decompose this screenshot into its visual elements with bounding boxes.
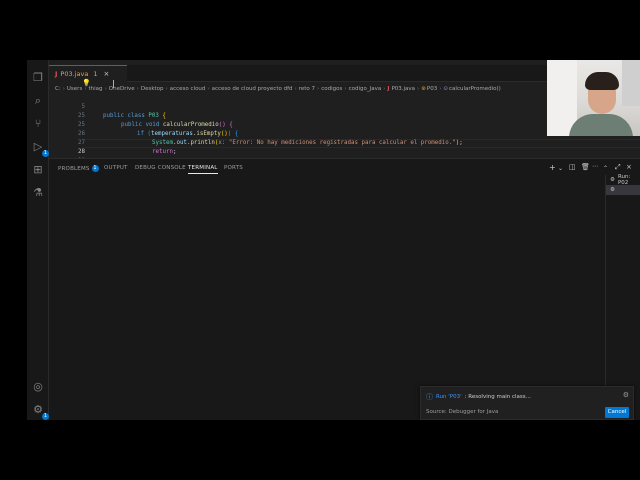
- progress-notification: ⓘ Run 'P03' : Resolving main class... ⚙ …: [420, 386, 634, 420]
- run-debug-icon[interactable]: ▷ 1: [31, 140, 49, 157]
- run-link[interactable]: Run 'P03': [436, 394, 462, 400]
- manage-icon[interactable]: ⚙ 1: [31, 403, 49, 420]
- tab-problem-count: 1: [93, 70, 98, 78]
- webcam-overlay: [547, 60, 640, 136]
- gear-icon[interactable]: ⚙: [623, 391, 629, 399]
- breadcrumb-item[interactable]: acceso cloud: [170, 86, 206, 92]
- tab-problems[interactable]: PROBLEMS 1: [58, 165, 99, 172]
- gear-icon: ⚙: [610, 177, 615, 183]
- breadcrumb-item[interactable]: Users: [67, 86, 82, 92]
- account-icon[interactable]: ◎: [31, 380, 45, 394]
- bottom-panel: PROBLEMS 1 OUTPUT DEBUG CONSOLE TERMINAL …: [49, 158, 640, 420]
- maximize-icon[interactable]: ⤢: [615, 163, 621, 172]
- run-badge: 1: [42, 150, 49, 157]
- tab-filename: P03.java: [60, 70, 89, 78]
- code-line: 28: [49, 139, 640, 155]
- breadcrumb-item[interactable]: P03.java: [391, 86, 415, 92]
- notification-source: Source: Debugger for Java: [426, 409, 499, 415]
- chevron-up-icon[interactable]: ⌃: [603, 165, 608, 172]
- breadcrumb-item[interactable]: C:: [55, 86, 61, 92]
- manage-badge: 1: [42, 413, 49, 420]
- java-file-icon: J: [55, 70, 58, 78]
- class-icon: ⊛: [421, 85, 426, 92]
- close-icon[interactable]: ×: [103, 70, 109, 78]
- more-actions-icon[interactable]: ⋯: [592, 163, 598, 170]
- lightbulb-icon[interactable]: 💡: [82, 79, 91, 87]
- breadcrumb-item[interactable]: codigos: [321, 86, 342, 92]
- gear-icon: ⚙: [610, 187, 615, 193]
- files-icon[interactable]: ❐: [31, 71, 45, 85]
- code-line: 29: [49, 148, 640, 164]
- new-terminal-icon[interactable]: +: [549, 163, 556, 172]
- java-file-icon: J: [387, 85, 390, 92]
- desktop-screen: ❐ ⌕ ⑂ ▷ 1 ⊞ ⚗ ◎ ⚙ 1 J P03.java 1 × C: › Use…: [0, 0, 640, 480]
- breadcrumb-item[interactable]: acceso de cloud proyecto dfd: [212, 86, 293, 92]
- method-icon: ⊙: [443, 85, 449, 92]
- terminal-item-run-p02[interactable]: ⚙ Run: P02: [606, 174, 640, 186]
- notification-message: ⓘ Run 'P03' : Resolving main class...: [426, 392, 531, 402]
- split-terminal-icon[interactable]: ◫: [569, 163, 576, 171]
- extensions-icon[interactable]: ⊞: [31, 163, 45, 177]
- source-control-icon[interactable]: ⑂: [31, 117, 45, 131]
- cancel-button[interactable]: Cancel: [605, 407, 629, 418]
- close-panel-icon[interactable]: ×: [626, 163, 632, 171]
- breadcrumb-item[interactable]: calcularPromedio(): [449, 86, 501, 92]
- problems-badge: 1: [91, 165, 99, 172]
- tab-label: PROBLEMS: [58, 166, 90, 172]
- breadcrumb-item[interactable]: codigo_Java: [349, 86, 382, 92]
- chevron-down-icon[interactable]: ⌄: [558, 165, 563, 172]
- tab-debug-console[interactable]: DEBUG CONSOLE: [135, 165, 186, 171]
- breadcrumb-item[interactable]: Desktop: [141, 86, 164, 92]
- terminal-label: Run: P02: [617, 174, 631, 186]
- testing-icon[interactable]: ⚗: [31, 186, 45, 200]
- breadcrumb-item[interactable]: reto 7: [299, 86, 315, 92]
- trash-icon[interactable]: 🗑: [581, 163, 590, 171]
- tab-terminal[interactable]: TERMINAL: [188, 165, 218, 174]
- search-icon[interactable]: ⌕: [31, 94, 45, 108]
- breadcrumb-item[interactable]: P03: [427, 86, 437, 92]
- tab-output[interactable]: OUTPUT: [104, 165, 128, 171]
- notification-text: : Resolving main class...: [464, 394, 531, 400]
- tab-ports[interactable]: PORTS: [224, 165, 243, 171]
- activity-bar: ❐ ⌕ ⑂ ▷ 1 ⊞ ⚗ ◎ ⚙ 1: [27, 60, 49, 420]
- terminal-item-selected[interactable]: ⚙: [606, 185, 640, 195]
- info-icon: ⓘ: [426, 393, 433, 401]
- terminal-list: ⚙ Run: P02 ⚙: [605, 174, 640, 420]
- text-cursor: [113, 80, 114, 88]
